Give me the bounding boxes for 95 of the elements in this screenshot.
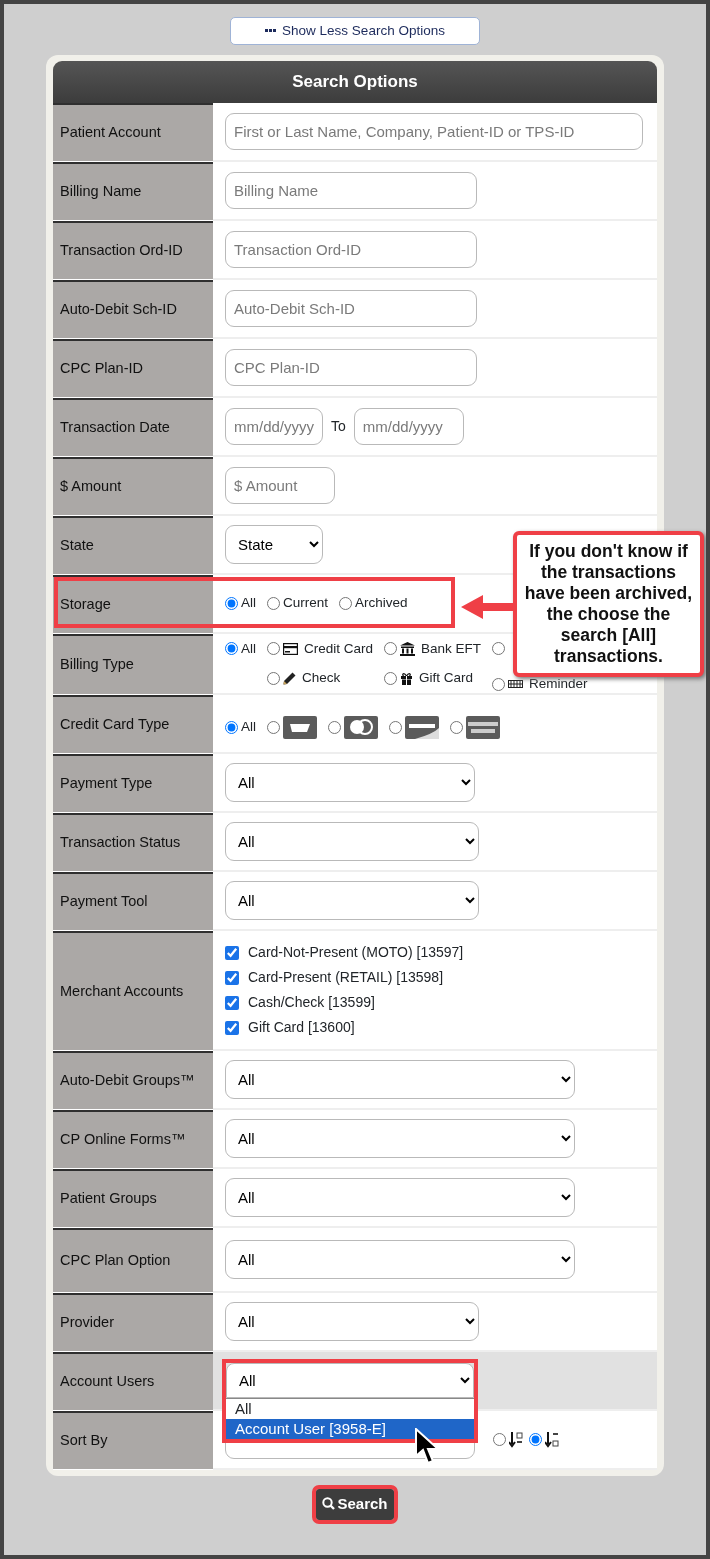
field-label: CP Online Forms™ <box>60 1130 186 1150</box>
field-label: Provider <box>60 1313 114 1333</box>
checkbox-label[interactable]: Gift Card [13600] <box>248 1017 355 1038</box>
separator-label: To <box>331 417 346 436</box>
radio-label[interactable]: Current <box>283 593 329 614</box>
radio-button[interactable] <box>493 1433 506 1446</box>
card-logo-icon <box>344 716 378 739</box>
date-field[interactable]: mm/dd/yyyy <box>225 408 323 445</box>
select-field[interactable]: All <box>225 763 475 802</box>
checkbox[interactable] <box>225 970 239 985</box>
checkbox[interactable] <box>225 995 239 1010</box>
radio-button[interactable] <box>339 597 353 610</box>
radio-button[interactable] <box>225 721 238 734</box>
field-label: CPC Plan Option <box>60 1251 171 1271</box>
show-less-button[interactable]: Show Less Search Options <box>230 17 480 45</box>
field-label: Transaction Date <box>60 418 170 438</box>
field-label: Billing Type <box>60 655 134 675</box>
select-field[interactable]: All <box>225 822 479 861</box>
radio-button[interactable] <box>225 597 238 610</box>
radio-label[interactable]: All <box>241 717 256 738</box>
radio-button[interactable] <box>267 642 280 656</box>
field-label: State <box>60 536 94 556</box>
dropdown-option[interactable]: All <box>226 1399 474 1419</box>
radio-label[interactable]: Check <box>302 668 341 689</box>
field-label: Billing Name <box>60 182 142 202</box>
select-field[interactable]: All <box>225 1240 575 1279</box>
callout-text: If you don't know if the transactions have been archived, the choose the search [All] transactions. <box>513 531 704 677</box>
radio-label[interactable]: All <box>241 638 256 659</box>
card-logo-icon <box>283 716 317 739</box>
radio-button[interactable] <box>267 671 280 685</box>
field-label: Transaction Ord-ID <box>60 241 183 261</box>
checkbox[interactable] <box>225 1020 239 1035</box>
sort-icon <box>509 1431 523 1448</box>
field-label: Sort By <box>60 1431 108 1451</box>
field-label: Payment Tool <box>60 892 148 912</box>
panel-title: Search Options <box>53 61 657 103</box>
radio-label[interactable]: Reminder <box>529 674 588 695</box>
radio-button[interactable] <box>529 1433 542 1446</box>
field-label: Patient Account <box>60 123 161 143</box>
select-field[interactable]: All <box>225 1178 575 1217</box>
field-label: Payment Type <box>60 774 153 794</box>
field-label: $ Amount <box>60 477 122 497</box>
arrow <box>461 594 515 620</box>
field-label: Credit Card Type <box>60 715 170 735</box>
calendar-icon <box>508 680 524 689</box>
card-logo-icon <box>466 716 500 739</box>
field-label: CPC Plan-ID <box>60 359 143 379</box>
select-field[interactable]: All <box>225 1119 575 1158</box>
sort-icon <box>545 1431 559 1448</box>
field-label: Auto-Debit Sch-ID <box>60 300 177 320</box>
radio-button[interactable] <box>492 642 506 656</box>
select-field[interactable]: State <box>225 525 323 564</box>
radio-label[interactable]: Bank EFT <box>421 638 482 659</box>
field-label: Account Users <box>60 1372 155 1392</box>
credit-card-icon <box>283 642 298 655</box>
field-label: Merchant Accounts <box>60 981 184 1001</box>
radio-button[interactable] <box>267 597 280 610</box>
checkbox-label[interactable]: Card-Not-Present (MOTO) [13597] <box>248 942 464 963</box>
field-label: Patient Groups <box>60 1189 157 1209</box>
radio-button[interactable] <box>389 721 402 734</box>
field-label: Storage <box>60 595 111 615</box>
text-field[interactable]: Auto-Debit Sch-ID <box>225 290 477 327</box>
text-field[interactable]: First or Last Name, Company, Patient-ID or TPS-ID <box>225 113 643 150</box>
select-field[interactable]: All <box>225 1302 479 1341</box>
radio-button[interactable] <box>225 642 238 656</box>
radio-button[interactable] <box>450 721 463 734</box>
text-field[interactable]: CPC Plan-ID <box>225 349 477 386</box>
radio-button[interactable] <box>267 721 280 734</box>
date-field[interactable]: mm/dd/yyyy <box>353 408 464 445</box>
checkbox-label[interactable]: Cash/Check [13599] <box>248 992 375 1013</box>
radio-button[interactable] <box>384 642 398 656</box>
radio-label[interactable]: Gift Card <box>419 668 474 689</box>
text-field[interactable]: $ Amount <box>225 467 335 504</box>
dots-icon <box>265 29 277 34</box>
field-label: Transaction Status <box>60 833 181 853</box>
radio-button[interactable] <box>384 671 398 685</box>
pencil-icon <box>283 671 296 685</box>
card-logo-icon <box>405 716 439 739</box>
select-field[interactable]: All <box>225 881 479 920</box>
radio-button[interactable] <box>492 677 506 691</box>
select-field[interactable]: All <box>225 1060 575 1099</box>
radio-label[interactable]: Archived <box>355 593 408 614</box>
radio-button[interactable] <box>328 721 341 734</box>
text-field[interactable]: Billing Name <box>225 172 477 209</box>
gift-icon <box>400 671 414 685</box>
dropdown-option[interactable]: Account User [3958-E] <box>226 1419 474 1439</box>
field-label: Auto-Debit Groups™ <box>60 1071 195 1091</box>
radio-label[interactable]: Credit Card <box>304 638 374 659</box>
bank-icon <box>400 641 416 656</box>
select-field[interactable]: All <box>226 1363 474 1398</box>
search-icon <box>322 1497 336 1510</box>
checkbox[interactable] <box>225 945 239 960</box>
text-field[interactable]: Transaction Ord-ID <box>225 231 477 268</box>
radio-label[interactable]: All <box>241 593 256 614</box>
checkbox-label[interactable]: Card-Present (RETAIL) [13598] <box>248 967 444 988</box>
